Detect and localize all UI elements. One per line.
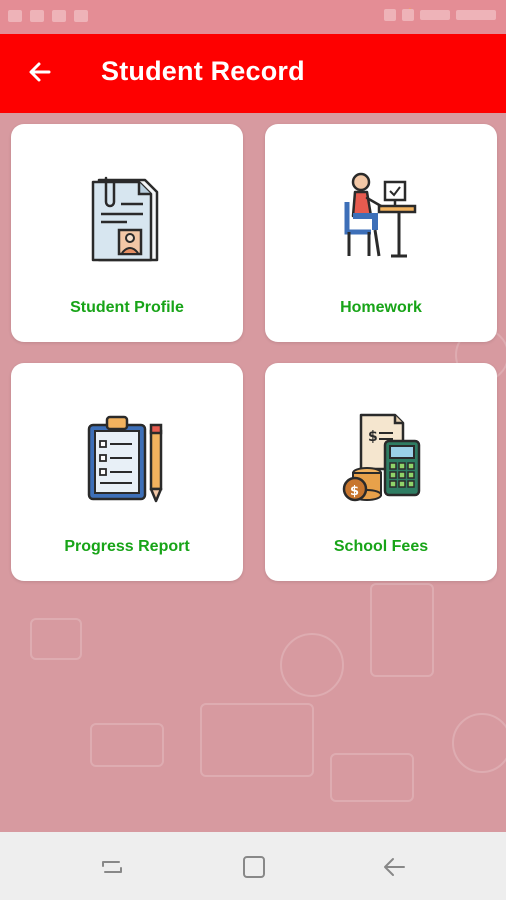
menu-item-label: School Fees <box>333 538 429 555</box>
status-bar: ⚡ <box>0 0 506 34</box>
progress-report-card[interactable]: Progress Report <box>11 363 243 581</box>
homework-card[interactable]: Homework <box>265 124 497 342</box>
recent-apps-button[interactable] <box>97 852 127 882</box>
menu-item-label: Homework <box>340 299 422 316</box>
clock <box>456 10 496 20</box>
school-fees-card[interactable]: $ $ School Fees <box>265 363 497 581</box>
background-doodle <box>90 723 164 767</box>
background-doodle <box>330 753 414 802</box>
notification-icons <box>8 10 88 22</box>
recent-apps-icon <box>102 861 122 873</box>
menu-item-label: Student Profile <box>70 299 184 316</box>
notification-icon <box>74 10 88 22</box>
battery-icon <box>420 10 450 20</box>
signal-icon <box>384 9 396 21</box>
calculator-coins-icon: $ $ <box>342 413 421 502</box>
background-doodle <box>280 633 344 697</box>
student-profile-card[interactable]: Student Profile <box>11 124 243 342</box>
back-icon <box>384 858 405 876</box>
student-at-desk-icon <box>344 172 417 258</box>
menu-item-label: Progress Report <box>64 538 190 555</box>
background-doodle <box>452 713 506 773</box>
notification-icon <box>52 10 66 22</box>
menu-grid: Student Profile Homework Progress Report… <box>0 113 506 832</box>
notification-icon <box>8 10 22 22</box>
svg-text:$: $ <box>350 484 359 499</box>
system-icons <box>384 9 496 21</box>
page-title: Student Record <box>101 56 305 86</box>
background-doodle <box>30 618 82 660</box>
notification-icon <box>30 10 44 22</box>
back-arrow-button[interactable] <box>22 54 58 90</box>
clipboard-checklist-icon <box>87 415 163 503</box>
wifi-icon <box>402 9 414 21</box>
system-back-button[interactable] <box>380 852 410 882</box>
background-doodle <box>370 583 434 677</box>
arrow-left-icon <box>29 62 51 82</box>
student-profile-document-icon <box>91 176 159 262</box>
home-icon <box>243 856 265 878</box>
app-bar: Student Record <box>0 34 506 113</box>
navigation-bar <box>0 832 506 900</box>
svg-text:$: $ <box>368 429 378 445</box>
background-doodle <box>200 703 314 777</box>
home-button[interactable] <box>239 852 269 882</box>
